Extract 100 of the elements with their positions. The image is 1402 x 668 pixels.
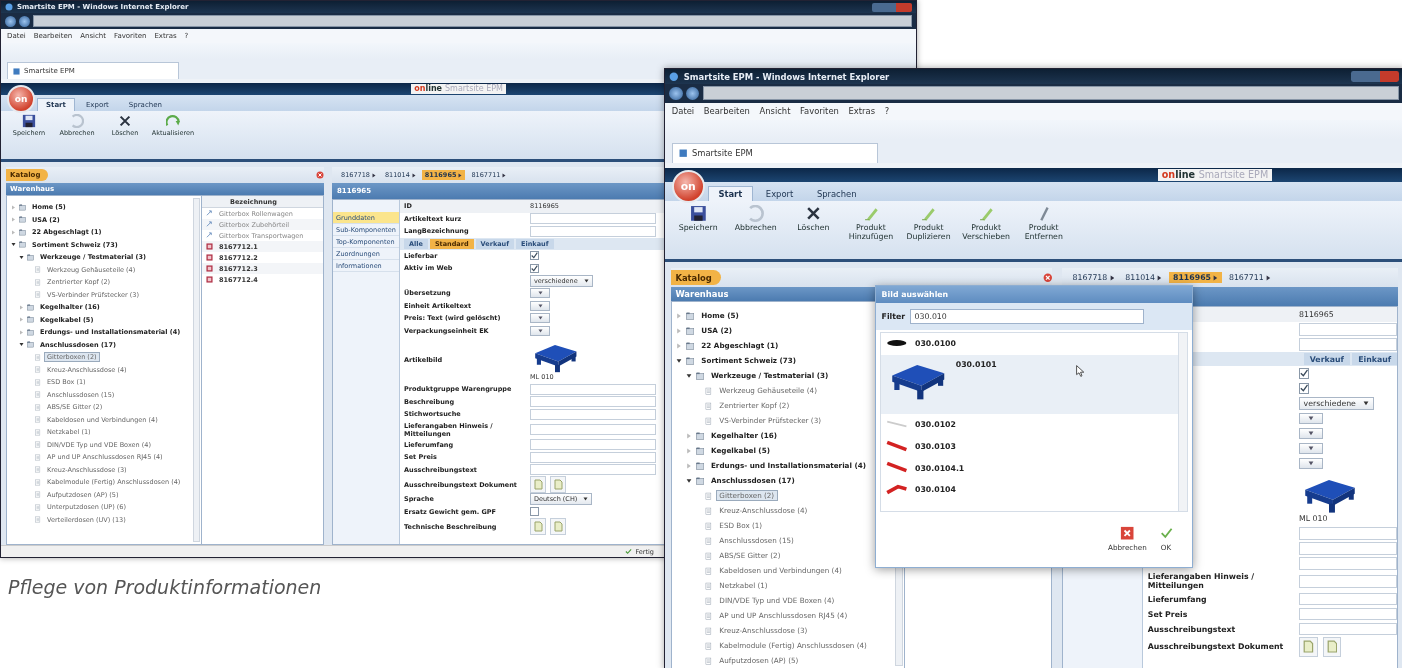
back-button[interactable] [5, 15, 16, 27]
document-icon [35, 503, 41, 511]
caret-icon [537, 291, 543, 296]
input-field[interactable] [530, 396, 656, 408]
input-field[interactable] [1298, 542, 1397, 556]
document-icon [705, 416, 713, 426]
checkbox[interactable] [1298, 368, 1310, 379]
document-icon [35, 478, 41, 486]
input-field[interactable] [530, 225, 656, 237]
close-icon[interactable] [316, 171, 324, 179]
checkmark-icon [1158, 526, 1174, 541]
menu-item[interactable]: Favoriten [800, 106, 839, 117]
document-button[interactable] [530, 476, 546, 493]
menu-item[interactable]: ? [884, 106, 890, 117]
panel-tag: Katalog [670, 270, 722, 285]
document-icon [705, 581, 713, 591]
expand-arrow-icon[interactable] [19, 254, 24, 260]
address-field[interactable] [33, 15, 912, 27]
edit-button[interactable] [1298, 442, 1323, 455]
input-field[interactable] [1298, 607, 1397, 621]
browser-tab[interactable]: Smartsite EPM [671, 142, 878, 163]
edit-button[interactable] [1298, 427, 1323, 440]
document-button[interactable] [550, 518, 566, 535]
window-controls[interactable] [872, 2, 912, 12]
checkbox[interactable] [530, 507, 539, 517]
expand-arrow-icon[interactable] [686, 373, 692, 379]
checkbox[interactable] [530, 263, 539, 273]
caret-icon [1266, 274, 1271, 281]
app-logo: online Smartsite EPM [411, 84, 506, 94]
menu-item[interactable]: Bearbeiten [703, 106, 750, 117]
link-icon [206, 232, 213, 239]
input-field[interactable] [530, 383, 656, 395]
input-field[interactable] [530, 439, 656, 451]
ribbon-tab[interactable]: Export [755, 185, 804, 202]
folder-icon [19, 216, 26, 224]
forward-button[interactable] [686, 86, 700, 100]
caret-icon [537, 316, 543, 321]
expand-arrow-icon[interactable] [686, 478, 692, 484]
ribbon-tab[interactable]: Start [707, 185, 753, 202]
document-icon [533, 521, 543, 532]
input-field[interactable] [530, 424, 656, 435]
window-controls[interactable] [1351, 71, 1399, 82]
document-icon [35, 403, 41, 411]
edit-button[interactable] [1298, 457, 1323, 470]
document-button[interactable] [1322, 636, 1342, 657]
caret-icon [583, 278, 589, 283]
checkbox[interactable] [530, 251, 539, 261]
box-icon [206, 265, 213, 272]
menu-item[interactable]: Datei [671, 106, 695, 117]
input-field[interactable] [1298, 622, 1397, 636]
input-field[interactable] [1298, 527, 1397, 541]
document-icon [35, 391, 41, 399]
folder-icon [27, 316, 34, 324]
document-button[interactable] [550, 476, 566, 493]
ribbon-tab[interactable]: Sprachen [806, 185, 868, 202]
box-icon [206, 254, 213, 261]
edit-button[interactable] [530, 325, 550, 336]
caption: Pflege von Produktinformationen [8, 576, 322, 598]
input-field[interactable] [1298, 323, 1397, 337]
box-icon [206, 276, 213, 283]
document-button[interactable] [530, 518, 546, 535]
input-field[interactable] [530, 213, 656, 225]
edit-button[interactable] [1298, 412, 1323, 425]
menu-item[interactable]: Extras [848, 106, 876, 117]
caret-icon [371, 172, 376, 178]
input-field[interactable] [530, 464, 656, 476]
input-field[interactable] [530, 408, 656, 420]
document-icon [705, 551, 713, 561]
expand-arrow-icon[interactable] [676, 358, 683, 364]
caret-icon [1109, 274, 1115, 281]
window-title: Smartsite EPM - Windows Internet Explorer [683, 71, 890, 82]
caret-icon [1307, 416, 1314, 421]
document-button[interactable] [1298, 636, 1318, 657]
folder-icon [27, 253, 34, 261]
link-icon [206, 221, 213, 228]
menu-item[interactable]: Ansicht [759, 106, 791, 117]
edit-button[interactable] [530, 300, 550, 311]
browser-icon [669, 71, 679, 82]
checkbox[interactable] [1298, 383, 1310, 394]
strip-thumbnail [886, 461, 908, 474]
edit-button[interactable] [530, 313, 550, 324]
forward-button[interactable] [19, 15, 30, 27]
document-icon [553, 521, 563, 532]
input-field[interactable] [530, 451, 656, 463]
scrollbar[interactable] [1178, 332, 1187, 511]
scrollbar[interactable] [193, 198, 200, 542]
input-field[interactable] [1298, 557, 1397, 571]
caret-icon [537, 303, 543, 308]
back-button[interactable] [669, 86, 683, 100]
input-field[interactable] [1298, 338, 1397, 352]
close-icon[interactable] [1042, 272, 1053, 283]
input-field[interactable] [1298, 592, 1397, 606]
folder-icon [686, 341, 695, 351]
address-field[interactable] [702, 86, 1399, 101]
edit-button[interactable] [530, 288, 550, 299]
input-field[interactable] [1298, 575, 1397, 588]
expand-arrow-icon[interactable] [19, 342, 24, 348]
expand-arrow-icon[interactable] [11, 242, 16, 248]
link-icon [206, 210, 213, 217]
folder-icon [695, 461, 704, 471]
